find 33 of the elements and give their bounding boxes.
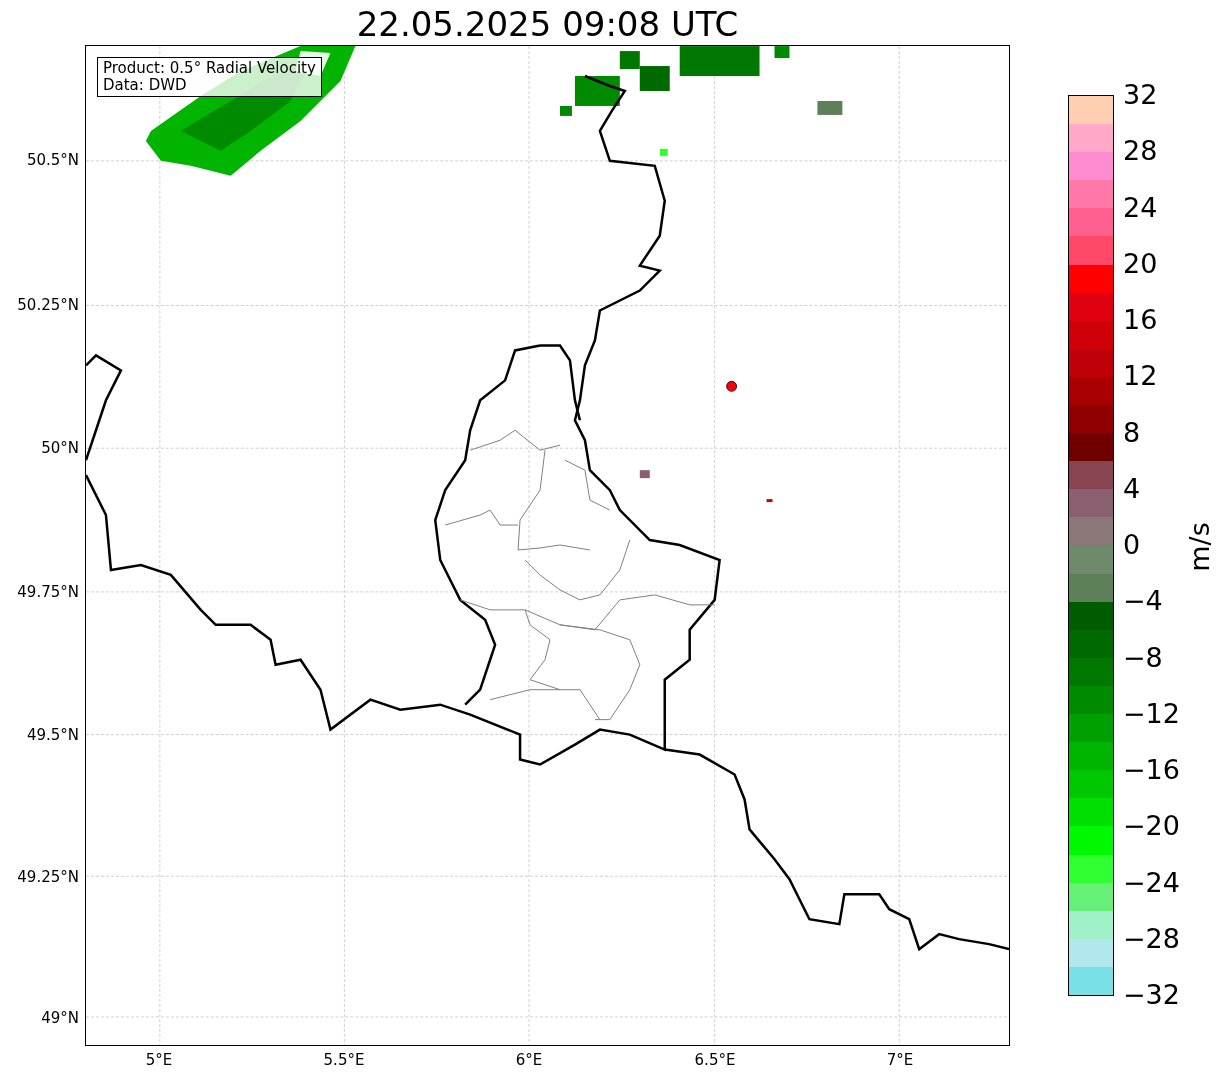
colorbar-tick-label: 0: [1123, 530, 1141, 560]
colorbar-tick-label: −32: [1123, 980, 1180, 1010]
colorbar-tick-label: −12: [1123, 698, 1180, 729]
x-tick-label: 6.5°E: [694, 1051, 736, 1069]
y-tick-label: 49.25°N: [17, 868, 79, 886]
colorbar-tick-label: 8: [1123, 417, 1141, 448]
info-text: Product: 0.5° Radial Velocity: [103, 60, 316, 77]
colorbar-tick-label: 32: [1123, 80, 1158, 110]
y-tick-label: 49.5°N: [26, 726, 79, 744]
info-text: Data: DWD: [103, 77, 188, 94]
x-tick-label: 7°E: [886, 1051, 914, 1069]
y-tick-label: 50.5°N: [26, 151, 79, 169]
colorbar-tick-label: 12: [1123, 361, 1158, 392]
colorbar-tick-label: −16: [1123, 755, 1180, 785]
x-tick-label: 5°E: [145, 1051, 173, 1069]
chart-title: 22.05.2025 09:08 UTC: [355, 3, 740, 45]
colorbar-tick-label: −28: [1123, 923, 1180, 954]
y-tick-label: 50.25°N: [17, 296, 79, 314]
x-tick-label: 5.5°E: [323, 1051, 365, 1069]
colorbar-tick-label: −8: [1123, 642, 1163, 673]
y-tick-label: 49°N: [41, 1009, 79, 1027]
colorbar-tick-label: 20: [1123, 248, 1158, 279]
colorbar-tick-label: −20: [1123, 811, 1180, 842]
y-tick-label: 49.75°N: [17, 583, 79, 601]
y-tick-label: 50°N: [41, 439, 79, 457]
colorbar-tick-label: 16: [1123, 305, 1158, 335]
colorbar-tick-label: 28: [1123, 136, 1158, 167]
colorbar-tick-label: 4: [1123, 473, 1141, 504]
colorbar-tick-label: 24: [1123, 192, 1158, 223]
colorbar-tick-label: −24: [1123, 867, 1180, 898]
x-tick-label: 6°E: [515, 1051, 543, 1069]
colorbar-tick-label: −4: [1123, 586, 1163, 617]
colorbar-label: m/s: [1183, 521, 1216, 574]
